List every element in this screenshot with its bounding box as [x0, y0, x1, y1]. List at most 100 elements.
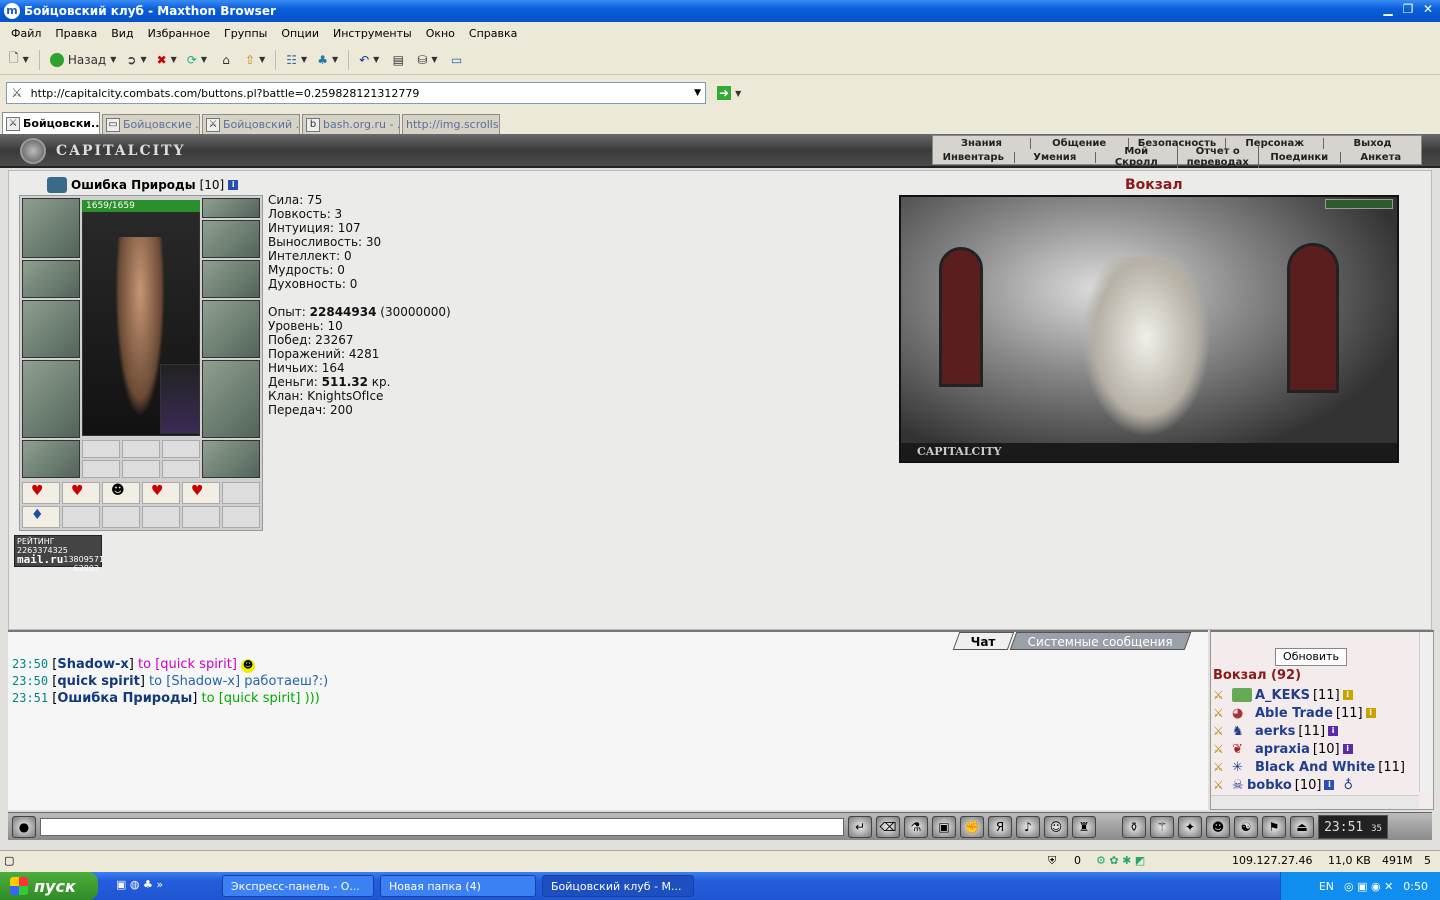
menu-edit[interactable]: Правка	[48, 27, 104, 40]
home-button[interactable]: ⌂	[214, 48, 238, 72]
empty-slot[interactable]	[122, 460, 160, 478]
nav-inventory[interactable]: Инвентарь	[933, 151, 1015, 163]
empty-slot[interactable]	[62, 506, 100, 528]
nav-transfers[interactable]: Отчет о переводах	[1178, 146, 1259, 168]
nav-fights[interactable]: Поединки	[1259, 151, 1341, 163]
private-message-icon[interactable]: ⚔	[1213, 724, 1229, 738]
necklace-slot[interactable]	[202, 198, 260, 218]
log-icon[interactable]: ▣	[932, 815, 956, 838]
info-icon[interactable]: i	[228, 180, 239, 190]
friends-icon[interactable]: ☯	[1234, 815, 1258, 838]
rings-slot[interactable]	[202, 220, 260, 258]
user-row[interactable]: ⚔ ❦ apraxia [10] i	[1213, 740, 1353, 758]
chat-target[interactable]: [quick spirit]	[155, 657, 237, 672]
tab-system-messages[interactable]: Системные сообщения	[1009, 632, 1192, 650]
stop-button[interactable]: ✖ ▼	[154, 48, 180, 72]
new-page-button[interactable]: 🗋 ▼	[6, 48, 32, 72]
window-button[interactable]: ▭	[445, 48, 469, 72]
refresh-button[interactable]: ⟳ ▼	[184, 48, 210, 72]
menu-groups[interactable]: Группы	[217, 27, 274, 40]
menu-help[interactable]: Справка	[462, 27, 524, 40]
sound-icon[interactable]: ♪	[1016, 815, 1040, 838]
undo-button[interactable]: ↶ ▼	[356, 48, 382, 72]
user-row[interactable]: ⚔ ☠ bobko [10] i ♁	[1213, 776, 1353, 794]
exit-icon[interactable]: ⏏	[1290, 815, 1314, 838]
start-button[interactable]: пуск	[0, 872, 98, 900]
scroll-slot[interactable]: ☻	[102, 482, 140, 504]
weapon-right-slot[interactable]	[202, 300, 260, 358]
menu-file[interactable]: Файл	[4, 27, 48, 40]
spell-icon[interactable]: ✦	[1178, 815, 1202, 838]
heal-scroll-slot[interactable]: ♥	[182, 482, 220, 504]
heal-scroll-slot[interactable]: ♥	[62, 482, 100, 504]
task-opera[interactable]: Экспресс-панель - О...	[222, 875, 374, 897]
legs-slot[interactable]	[202, 360, 260, 438]
weapon-left-slot[interactable]	[22, 300, 80, 358]
helmet-slot[interactable]	[22, 198, 80, 258]
nav-skills[interactable]: Умения	[1015, 151, 1096, 163]
menu-options[interactable]: Опции	[274, 27, 326, 40]
empty-slot[interactable]	[222, 506, 260, 528]
send-icon[interactable]: ↵	[848, 815, 872, 838]
empty-slot[interactable]	[102, 506, 140, 528]
nav-profile[interactable]: Анкета	[1341, 152, 1422, 163]
back-button[interactable]: Назад ▼	[47, 48, 120, 72]
scroll-slot[interactable]: ♦	[22, 506, 60, 528]
empty-slot[interactable]	[142, 506, 180, 528]
close-icon[interactable]: ✕	[1420, 2, 1436, 18]
tab-combats-3[interactable]: ⚔ Бойцовский ...	[202, 114, 300, 134]
empty-slot[interactable]	[162, 440, 200, 458]
chevron-down-icon[interactable]: ▼	[694, 88, 701, 98]
tab-combats-2[interactable]: ▭ Бойцовские ...	[102, 114, 200, 134]
info-icon[interactable]: i	[1328, 726, 1339, 736]
private-message-icon[interactable]: ⚔	[1213, 688, 1229, 702]
heal-scroll-slot[interactable]: ♥	[22, 482, 60, 504]
minimize-icon[interactable]: ▁	[1380, 2, 1396, 18]
menu-tools[interactable]: Инструменты	[326, 27, 419, 40]
wand-icon[interactable]: ⚚	[1150, 815, 1174, 838]
collector-button[interactable]: ⛁ ▼	[414, 48, 440, 72]
tab-combats-1[interactable]: ⚔ Бойцовски...	[2, 112, 100, 134]
empty-slot[interactable]	[182, 506, 220, 528]
chat-target[interactable]: [Shadow-x]	[166, 674, 240, 689]
menu-favorites[interactable]: Избранное	[141, 27, 217, 40]
mask-icon[interactable]: ☻	[1206, 815, 1230, 838]
info-icon[interactable]: i	[1324, 780, 1335, 790]
task-folder[interactable]: Новая папка (4)	[380, 875, 536, 897]
pet-slot[interactable]	[160, 364, 200, 434]
refresh-button[interactable]: Обновить	[1275, 648, 1347, 666]
smiles-icon[interactable]: ☺	[1044, 815, 1068, 838]
tab-scrolls[interactable]: http://img.scrolls.c	[402, 114, 500, 134]
nav-exit[interactable]: Выход	[1324, 138, 1421, 149]
npc-porter[interactable]	[1081, 257, 1211, 437]
player-name-text[interactable]: Ошибка Природы	[71, 178, 196, 192]
attack-icon[interactable]: ✊	[960, 815, 984, 838]
info-icon[interactable]: i	[1342, 690, 1353, 700]
boots-slot[interactable]	[202, 440, 260, 478]
user-row[interactable]: ⚔ ✳ Black And White [11]	[1213, 758, 1405, 776]
door-right[interactable]	[1287, 243, 1339, 393]
empty-slot[interactable]	[82, 460, 120, 478]
inventory-icon[interactable]: ⚱	[1122, 815, 1146, 838]
private-message-icon[interactable]: ⚔	[1213, 760, 1229, 774]
belt-slot[interactable]	[22, 440, 80, 478]
tray-icons[interactable]: ◎ ▣ ◉ ✕	[1344, 880, 1393, 893]
nav-my-scroll[interactable]: Мой Скролл	[1096, 146, 1178, 168]
forward-button[interactable]: ➲ ▼	[123, 48, 149, 72]
empty-slot[interactable]	[122, 440, 160, 458]
search-tool-button[interactable]: ♣ ▼	[314, 48, 341, 72]
armor-slot[interactable]	[22, 360, 80, 438]
go-button[interactable]: ➜ ▼	[714, 81, 744, 105]
gloves-slot[interactable]	[202, 260, 260, 298]
private-message-icon[interactable]: ⚔	[1213, 742, 1229, 756]
chat-input[interactable]	[40, 817, 844, 836]
url-field[interactable]: ⚔ http://capitalcity.combats.com/buttons…	[6, 82, 706, 104]
chat-sender[interactable]: Shadow-x	[57, 657, 128, 672]
heal-scroll-slot[interactable]: ♥	[142, 482, 180, 504]
mailru-rating-counter[interactable]: РЕЙТИНГ 2263374325 mail.ru 13809571 62803	[14, 535, 104, 573]
quick-launch-icons[interactable]: ▣ ◍ ♣ »	[116, 878, 163, 891]
filter-icon[interactable]: ⚗	[904, 815, 928, 838]
empty-slot[interactable]	[82, 440, 120, 458]
task-maxthon[interactable]: Бойцовский клуб - М...	[542, 875, 694, 897]
helmet-icon[interactable]: ♜	[1072, 815, 1096, 838]
